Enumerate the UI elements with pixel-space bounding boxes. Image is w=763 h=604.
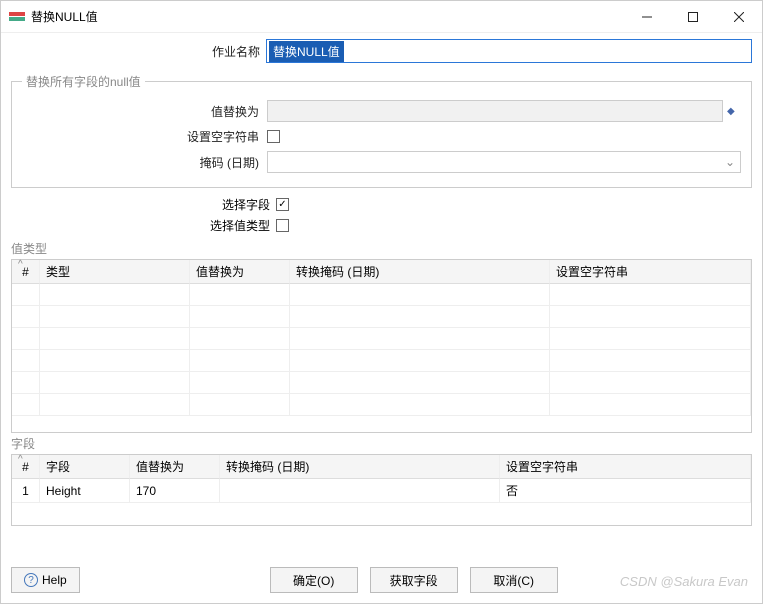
set-empty-label: 设置空字符串 bbox=[22, 128, 267, 145]
field-table: # 字段 值替换为 转换掩码 (日期) 设置空字符串 1 Height 170 … bbox=[11, 454, 752, 526]
button-bar: ? Help 确定(O) 获取字段 取消(C) bbox=[1, 557, 762, 603]
select-type-label: 选择值类型 bbox=[11, 217, 276, 234]
cell-field[interactable]: Height bbox=[40, 479, 130, 503]
cell-mask[interactable] bbox=[220, 479, 500, 503]
help-icon: ? bbox=[24, 573, 38, 587]
field-table-header-replace[interactable]: 值替换为 bbox=[130, 455, 220, 479]
field-table-header-idx[interactable]: # bbox=[12, 455, 40, 479]
cell-empty[interactable]: 否 bbox=[500, 479, 751, 503]
mask-combo[interactable]: ⌄ bbox=[267, 151, 741, 173]
dialog-window: 替换NULL值 作业名称 替换NULL值 替换所有字段的null值 值替换为 ◆… bbox=[0, 0, 763, 604]
close-button[interactable] bbox=[716, 1, 762, 33]
cell-idx: 1 bbox=[12, 479, 40, 503]
replace-value-label: 值替换为 bbox=[22, 103, 267, 120]
select-type-checkbox[interactable] bbox=[276, 219, 289, 232]
titlebar: 替换NULL值 bbox=[1, 1, 762, 33]
ok-button[interactable]: 确定(O) bbox=[270, 567, 358, 593]
type-table-header-idx[interactable]: # bbox=[12, 260, 40, 284]
replace-all-fields-group: 替换所有字段的null值 值替换为 ◆ 设置空字符串 掩码 (日期) ⌄ bbox=[11, 73, 752, 188]
replace-value-input[interactable] bbox=[267, 100, 723, 122]
type-table-header-empty[interactable]: 设置空字符串 bbox=[550, 260, 751, 284]
table-row[interactable]: 1 Height 170 否 bbox=[12, 479, 751, 503]
type-table-header-type[interactable]: 类型 bbox=[40, 260, 190, 284]
type-table-title: 值类型 bbox=[11, 240, 752, 257]
minimize-button[interactable] bbox=[624, 1, 670, 33]
window-controls bbox=[624, 1, 762, 33]
select-field-label: 选择字段 bbox=[11, 196, 276, 213]
help-button[interactable]: ? Help bbox=[11, 567, 80, 593]
type-table-header-replace[interactable]: 值替换为 bbox=[190, 260, 290, 284]
variable-picker-icon[interactable]: ◆ bbox=[727, 106, 741, 117]
field-table-header-mask[interactable]: 转换掩码 (日期) bbox=[220, 455, 500, 479]
field-table-body[interactable]: 1 Height 170 否 bbox=[12, 479, 751, 525]
get-fields-button[interactable]: 获取字段 bbox=[370, 567, 458, 593]
mask-label: 掩码 (日期) bbox=[22, 154, 267, 171]
window-title: 替换NULL值 bbox=[31, 8, 98, 25]
field-table-title: 字段 bbox=[11, 435, 752, 452]
type-table-body[interactable] bbox=[12, 284, 751, 432]
chevron-down-icon: ⌄ bbox=[720, 155, 740, 169]
help-label: Help bbox=[42, 573, 67, 587]
app-icon bbox=[9, 11, 25, 23]
field-table-header-empty[interactable]: 设置空字符串 bbox=[500, 455, 751, 479]
job-name-row: 作业名称 替换NULL值 bbox=[11, 39, 752, 63]
dialog-content: 作业名称 替换NULL值 替换所有字段的null值 值替换为 ◆ 设置空字符串 … bbox=[1, 33, 762, 557]
cell-replace[interactable]: 170 bbox=[130, 479, 220, 503]
select-field-checkbox[interactable]: ✓ bbox=[276, 198, 289, 211]
job-name-input[interactable]: 替换NULL值 bbox=[266, 39, 752, 63]
replace-all-fields-legend: 替换所有字段的null值 bbox=[22, 73, 145, 90]
cancel-button[interactable]: 取消(C) bbox=[470, 567, 558, 593]
type-table: # 类型 值替换为 转换掩码 (日期) 设置空字符串 bbox=[11, 259, 752, 433]
maximize-button[interactable] bbox=[670, 1, 716, 33]
type-table-header-mask[interactable]: 转换掩码 (日期) bbox=[290, 260, 550, 284]
job-name-label: 作业名称 bbox=[11, 43, 266, 60]
job-name-value: 替换NULL值 bbox=[269, 41, 344, 62]
set-empty-checkbox[interactable] bbox=[267, 130, 280, 143]
field-table-header-field[interactable]: 字段 bbox=[40, 455, 130, 479]
